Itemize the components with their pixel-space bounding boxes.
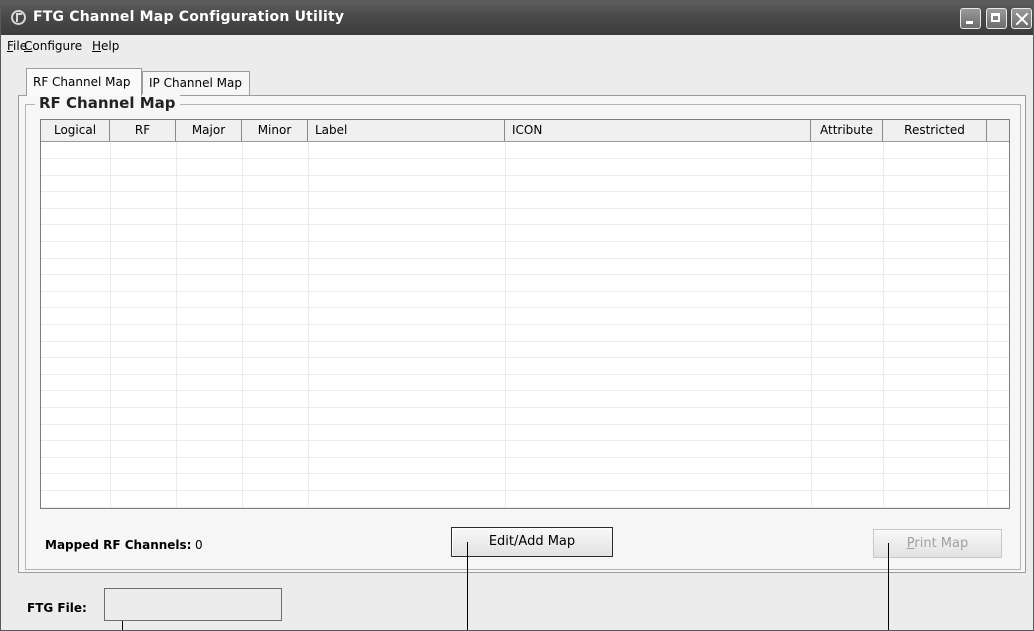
grid-row-line [41,324,1009,325]
ftg-file-field[interactable] [104,588,282,621]
print-map-button[interactable]: Print Map [873,529,1002,558]
app-icon [11,10,26,25]
grid-column-line [242,142,243,508]
grid-row-line [41,407,1009,408]
grid-row-line [41,507,1009,508]
callout-line-ftg-file [122,621,123,630]
grid-row-line [41,357,1009,358]
grid-row-line [41,291,1009,292]
grid-row-line [41,440,1009,441]
main-window: FTG Channel Map Configuration Utility Fi… [0,0,1034,631]
grid-row-line [41,224,1009,225]
table-header: Logical RF Major Minor Label ICON Attrib… [41,120,1009,142]
grid-row-line [41,175,1009,176]
mapped-channels-label: Mapped RF Channels: [45,538,192,552]
menu-help[interactable]: Help [92,39,119,53]
grid-row-line [41,457,1009,458]
menu-configure[interactable]: Configure [24,39,82,53]
grid-row-line [41,258,1009,259]
grid-column-line [176,142,177,508]
grid-row-line [41,490,1009,491]
column-header-minor[interactable]: Minor [242,120,308,141]
callout-line-print [888,543,889,630]
grid-column-line [811,142,812,508]
column-header-restricted[interactable]: Restricted [883,120,987,141]
column-header-rf[interactable]: RF [110,120,176,141]
close-button[interactable] [1011,8,1032,29]
column-header-logical[interactable]: Logical [41,120,110,141]
grid-row-line [41,307,1009,308]
grid-row-line [41,191,1009,192]
minimize-button[interactable] [960,8,981,29]
grid-row-line [41,241,1009,242]
callout-line-edit-add [467,542,468,630]
column-header-label[interactable]: Label [308,120,505,141]
menu-bar: File Configure Help [1,35,1033,57]
channel-map-table[interactable]: Logical RF Major Minor Label ICON Attrib… [40,119,1010,509]
grid-row-line [41,374,1009,375]
mapped-channels-count: 0 [195,538,203,552]
table-body[interactable] [41,142,1009,508]
window-title: FTG Channel Map Configuration Utility [33,9,345,25]
grid-column-line [505,142,506,508]
ftg-file-label: FTG File: [27,601,87,615]
grid-row-line [41,208,1009,209]
grid-column-line [110,142,111,508]
edit-add-map-button[interactable]: Edit/Add Map [451,527,613,557]
maximize-button[interactable] [986,8,1007,29]
tab-rf-channel-map[interactable]: RF Channel Map [26,68,142,96]
grid-column-line [883,142,884,508]
column-header-major[interactable]: Major [176,120,242,141]
column-header-attribute[interactable]: Attribute [811,120,883,141]
title-bar[interactable]: FTG Channel Map Configuration Utility [1,1,1033,35]
tab-ip-channel-map[interactable]: IP Channel Map [142,71,250,95]
grid-row-line [41,390,1009,391]
grid-row-line [41,274,1009,275]
grid-row-line [41,158,1009,159]
grid-row-line [41,341,1009,342]
grid-row-line [41,473,1009,474]
grid-column-line [308,142,309,508]
grid-row-line [41,424,1009,425]
column-header-icon[interactable]: ICON [505,120,811,141]
grid-column-line [987,142,988,508]
group-title: RF Channel Map [35,94,180,112]
